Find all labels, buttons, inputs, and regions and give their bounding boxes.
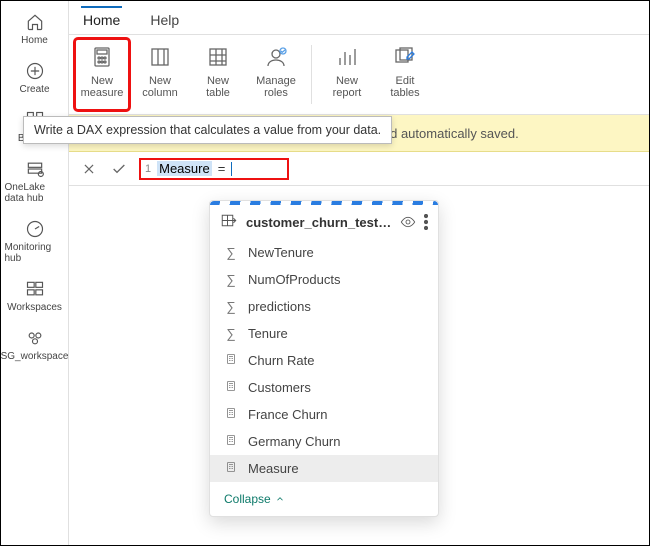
collapse-label: Collapse <box>224 492 271 506</box>
commit-formula-button[interactable] <box>109 159 129 179</box>
workspaces-icon <box>24 278 46 300</box>
field-label: Customers <box>248 380 311 395</box>
nav-create[interactable]: Create <box>5 56 65 99</box>
measure-name: Measure <box>157 161 212 176</box>
field-list[interactable]: ∑ NewTenure ∑ NumOfProducts ∑ predictions ∑ Ten… <box>210 239 438 482</box>
more-icon[interactable] <box>424 214 428 230</box>
nav-label: SG_workspace <box>1 351 69 362</box>
field-predictions[interactable]: ∑ predictions <box>210 293 438 320</box>
fields-panel: customer_churn_test_... ∑ NewTenure ∑ NumOf… <box>209 200 439 517</box>
nav-label: Workspaces <box>7 302 62 313</box>
field-label: Germany Churn <box>248 434 340 449</box>
new-column-button[interactable]: Newcolumn <box>133 39 187 110</box>
ribbon: Newmeasure Newcolumn Newtable Manageroles Ne… <box>69 35 649 115</box>
nav-onelake-data-hub[interactable]: OneLake data hub <box>5 154 65 208</box>
field-label: Measure <box>248 461 299 476</box>
ribbon-tabs: Home Help <box>69 1 649 35</box>
new-table-button[interactable]: Newtable <box>191 39 245 110</box>
field-label: NewTenure <box>248 245 314 260</box>
sigma-icon: ∑ <box>224 326 238 341</box>
edit-icon <box>393 43 417 71</box>
calculator-icon <box>224 461 238 476</box>
tbl-icon <box>206 43 230 71</box>
calc-icon <box>90 43 114 71</box>
field-label: predictions <box>248 299 311 314</box>
field-label: Churn Rate <box>248 353 314 368</box>
field-label: Tenure <box>248 326 288 341</box>
nav-home[interactable]: Home <box>5 7 65 50</box>
ribbon-label: Newcolumn <box>142 75 177 99</box>
equals-sign: = <box>218 161 226 176</box>
calculator-icon <box>224 380 238 395</box>
new-measure-button[interactable]: Newmeasure <box>75 39 129 110</box>
nav-label: Create <box>19 84 49 95</box>
field-churn-rate[interactable]: Churn Rate <box>210 347 438 374</box>
panel-title: customer_churn_test_... <box>246 215 392 230</box>
nav-workspaces[interactable]: Workspaces <box>5 274 65 317</box>
left-nav: HomeCreateBrowseOneLake data hubMonitori… <box>1 1 69 545</box>
new-report-button[interactable]: Newreport <box>320 39 374 110</box>
sigma-icon: ∑ <box>224 245 238 260</box>
nav-monitoring-hub[interactable]: Monitoring hub <box>5 214 65 268</box>
formula-input[interactable]: 1 Measure = <box>139 158 289 180</box>
field-customers[interactable]: Customers <box>210 374 438 401</box>
edit-tables-button[interactable]: Edittables <box>378 39 432 110</box>
calculator-icon <box>224 353 238 368</box>
field-tenure[interactable]: ∑ Tenure <box>210 320 438 347</box>
field-numofproducts[interactable]: ∑ NumOfProducts <box>210 266 438 293</box>
nav-label: OneLake data hub <box>5 182 65 204</box>
close-icon <box>82 162 96 176</box>
field-france-churn[interactable]: France Churn <box>210 401 438 428</box>
ribbon-tooltip: Write a DAX expression that calculates a… <box>23 116 392 144</box>
text-caret <box>231 162 232 176</box>
ribbon-label: Edittables <box>390 75 419 99</box>
ribbon-label: Newmeasure <box>81 75 124 99</box>
tab-help[interactable]: Help <box>148 6 181 34</box>
field-germany-churn[interactable]: Germany Churn <box>210 428 438 455</box>
calculator-icon <box>224 434 238 449</box>
ribbon-label: Newtable <box>206 75 230 99</box>
nav-label: Home <box>21 35 48 46</box>
sigma-icon: ∑ <box>224 272 238 287</box>
plus-icon <box>24 60 46 82</box>
field-label: France Churn <box>248 407 327 422</box>
nav-sg_workspace[interactable]: SG_workspace <box>5 323 65 366</box>
group-icon <box>24 327 46 349</box>
sigma-icon: ∑ <box>224 299 238 314</box>
col-icon <box>148 43 172 71</box>
field-label: NumOfProducts <box>248 272 340 287</box>
table-arrows-icon <box>220 213 238 231</box>
formula-bar: 1 Measure = <box>69 152 649 186</box>
manage-roles-button[interactable]: Manageroles <box>249 39 303 110</box>
nav-label: Monitoring hub <box>5 242 65 264</box>
home-icon <box>24 11 46 33</box>
stack-icon <box>24 158 46 180</box>
ribbon-label: Newreport <box>333 75 362 99</box>
workspace: customer_churn_test_... ∑ NewTenure ∑ NumOf… <box>69 186 649 545</box>
collapse-button[interactable]: Collapse <box>210 482 438 516</box>
gauge-icon <box>24 218 46 240</box>
tab-home[interactable]: Home <box>81 6 122 34</box>
ribbon-label: Manageroles <box>256 75 296 99</box>
calculator-icon <box>224 407 238 422</box>
report-icon <box>335 43 359 71</box>
chevron-up-icon <box>275 494 285 504</box>
line-number: 1 <box>145 163 151 175</box>
user-icon <box>264 43 288 71</box>
field-measure[interactable]: Measure <box>210 455 438 482</box>
field-newtenure[interactable]: ∑ NewTenure <box>210 239 438 266</box>
cancel-formula-button[interactable] <box>79 159 99 179</box>
check-icon <box>111 161 127 177</box>
eye-icon[interactable] <box>400 214 416 230</box>
